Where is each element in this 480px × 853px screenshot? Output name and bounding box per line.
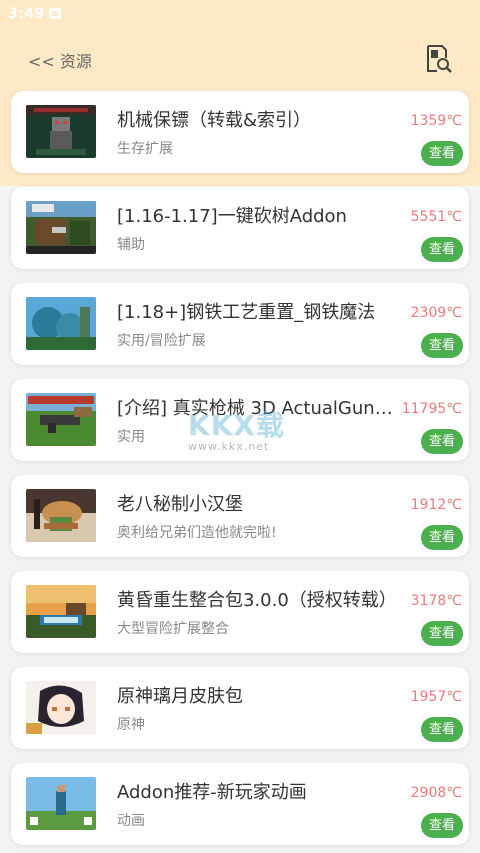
item-subtitle: 动画 (117, 813, 145, 829)
item-subtitle: 大型冒险扩展整合 (117, 621, 229, 637)
thumbnail-image (26, 201, 96, 254)
search-document-icon[interactable] (424, 44, 454, 74)
resource-card[interactable]: 老八秘制小汉堡 奥利给兄弟们造他就完啦! 1912℃ 查看 (11, 475, 469, 557)
item-heat: 2309℃ (410, 305, 462, 321)
item-heat: 2908℃ (410, 785, 462, 801)
item-title: [介绍] 真实枪械 3D ActualGuns 3D (117, 398, 402, 419)
item-subtitle: 生存扩展 (117, 141, 173, 157)
item-heat: 11795℃ (401, 401, 462, 417)
item-subtitle: 辅助 (117, 237, 145, 253)
view-button[interactable]: 查看 (421, 717, 463, 742)
thumbnail-image (26, 393, 96, 446)
view-button[interactable]: 查看 (421, 333, 463, 358)
item-title: Addon推荐-新玩家动画 (117, 782, 307, 803)
notification-icon (49, 8, 61, 19)
resource-card[interactable]: [1.18+]钢铁工艺重置_钢铁魔法 实用/冒险扩展 2309℃ 查看 (11, 283, 469, 365)
item-heat: 1359℃ (410, 113, 462, 129)
view-button[interactable]: 查看 (421, 237, 463, 262)
resource-card[interactable]: 黄昏重生整合包3.0.0（授权转载） 大型冒险扩展整合 3178℃ 查看 (11, 571, 469, 653)
item-heat: 3178℃ (410, 593, 462, 609)
item-subtitle: 原神 (117, 717, 145, 733)
status-bar: 3:49 (0, 0, 480, 28)
resource-card[interactable]: [1.16-1.17]一键砍树Addon 辅助 5551℃ 查看 (11, 187, 469, 269)
thumbnail-image (26, 585, 96, 638)
thumbnail-image (26, 489, 96, 542)
resource-card[interactable]: [介绍] 真实枪械 3D ActualGuns 3D 实用 11795℃ 查看 (11, 379, 469, 461)
item-subtitle: 实用/冒险扩展 (117, 333, 206, 349)
item-title: [1.18+]钢铁工艺重置_钢铁魔法 (117, 302, 376, 323)
thumbnail-image (26, 297, 96, 350)
thumbnail-image (26, 105, 96, 158)
view-button[interactable]: 查看 (421, 621, 463, 646)
resource-card[interactable]: 原神璃月皮肤包 原神 1957℃ 查看 (11, 667, 469, 749)
resource-card[interactable]: Addon推荐-新玩家动画 动画 2908℃ 查看 (11, 763, 469, 845)
item-heat: 1912℃ (410, 497, 462, 513)
item-title: [1.16-1.17]一键砍树Addon (117, 206, 347, 227)
view-button[interactable]: 查看 (421, 813, 463, 838)
view-button[interactable]: 查看 (421, 141, 463, 166)
item-subtitle: 实用 (117, 429, 145, 445)
item-title: 黄昏重生整合包3.0.0（授权转载） (117, 590, 397, 611)
item-title: 机械保镖（转载&索引） (117, 110, 312, 131)
status-time: 3:49 (8, 6, 45, 22)
view-button[interactable]: 查看 (421, 525, 463, 550)
item-subtitle: 奥利给兄弟们造他就完啦! (117, 525, 277, 541)
header: << 资源 (0, 38, 480, 82)
item-title: 老八秘制小汉堡 (117, 494, 243, 515)
view-button[interactable]: 查看 (421, 429, 463, 454)
item-title: 原神璃月皮肤包 (117, 686, 243, 707)
back-button[interactable]: << 资源 (28, 48, 92, 72)
item-heat: 5551℃ (410, 209, 462, 225)
thumbnail-image (26, 681, 96, 734)
item-heat: 1957℃ (410, 689, 462, 705)
resource-card[interactable]: 机械保镖（转载&索引） 生存扩展 1359℃ 查看 (11, 91, 469, 173)
thumbnail-image (26, 777, 96, 830)
